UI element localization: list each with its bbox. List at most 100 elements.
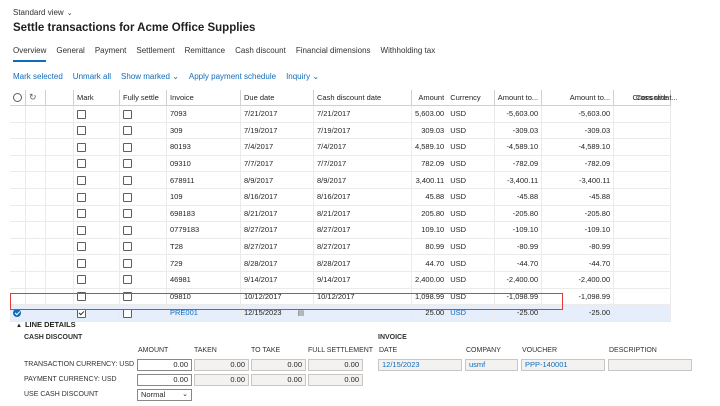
mark-cell[interactable]	[73, 188, 120, 206]
invoice-cell[interactable]: 7093	[166, 105, 241, 123]
table-row[interactable]: 7093 7/21/2017 7/21/2017 5,603.00 USD -5,603.…	[10, 105, 672, 123]
table-row[interactable]: 80193 7/4/2017 7/4/2017 4,589.10 USD -4,589.1…	[10, 138, 672, 156]
row-select-cell[interactable]	[10, 155, 26, 173]
mark-cell[interactable]	[73, 254, 120, 272]
row-select-cell[interactable]	[10, 205, 26, 223]
row-select-cell[interactable]	[10, 221, 26, 239]
mark-cell[interactable]	[73, 155, 120, 173]
fully-settle-cell[interactable]	[119, 122, 167, 140]
col-header-amount-to-1[interactable]: Amount to...	[494, 90, 543, 106]
mark-checkbox[interactable]	[77, 209, 86, 219]
row-select-cell[interactable]	[10, 238, 26, 256]
tab-general[interactable]: General	[56, 46, 84, 62]
mark-cell[interactable]	[73, 105, 120, 123]
row-select-cell[interactable]	[10, 122, 26, 140]
table-row[interactable]: 678911 8/9/2017 8/9/2017 3,400.11 USD -3,400.…	[10, 171, 672, 189]
invoice-cell[interactable]: 678911	[166, 171, 241, 189]
fully-settle-cell[interactable]	[119, 188, 167, 206]
fully-settle-cell[interactable]	[119, 288, 167, 306]
calendar-icon[interactable]: ▤	[298, 310, 305, 317]
invoice-cell[interactable]: 698183	[166, 205, 241, 223]
row-select-cell[interactable]	[10, 288, 26, 306]
row-select-cell[interactable]	[10, 171, 26, 189]
row-select-cell[interactable]	[10, 138, 26, 156]
col-header-invoice[interactable]: Invoice	[166, 90, 241, 106]
row-select-cell[interactable]	[10, 304, 26, 322]
fully-settle-cell[interactable]	[119, 304, 167, 322]
fully-settle-cell[interactable]	[119, 221, 167, 239]
fully-settle-checkbox[interactable]	[123, 209, 132, 219]
pay-amount-field[interactable]: 0.00	[137, 374, 192, 386]
fully-settle-checkbox[interactable]	[123, 159, 132, 169]
mark-checkbox[interactable]	[77, 142, 86, 152]
fully-settle-cell[interactable]	[119, 105, 167, 123]
selected-row[interactable]: PRE001 12/15/2023 ▤ 25.00 USD -25.00 -25.00	[10, 304, 672, 322]
col-header-consolidated[interactable]: Consolidat...	[636, 93, 678, 102]
invoice-cell[interactable]: 09810	[166, 288, 241, 306]
fully-settle-checkbox[interactable]	[123, 258, 132, 268]
col-header-amount[interactable]: Amount	[411, 90, 448, 106]
invoice-voucher-field[interactable]: PPP-140001	[521, 359, 605, 371]
fully-settle-cell[interactable]	[119, 254, 167, 272]
invoice-cell[interactable]: 109	[166, 188, 241, 206]
col-header-currency[interactable]: Currency	[447, 90, 495, 106]
fully-settle-checkbox[interactable]	[123, 109, 132, 119]
refresh-button[interactable]: ↻	[25, 90, 46, 106]
tab-settlement[interactable]: Settlement	[136, 46, 174, 62]
mark-cell[interactable]	[73, 205, 120, 223]
table-row[interactable]: 698183 8/21/2017 8/21/2017 205.80 USD -205.80…	[10, 205, 672, 223]
fully-settle-checkbox[interactable]	[123, 308, 132, 318]
col-header-fully-settle[interactable]: Fully settle	[119, 90, 167, 106]
fully-settle-checkbox[interactable]	[123, 142, 132, 152]
fully-settle-checkbox[interactable]	[123, 192, 132, 202]
mark-cell[interactable]	[73, 122, 120, 140]
mark-checkbox[interactable]	[77, 308, 86, 318]
invoice-cell[interactable]: 0779183	[166, 221, 241, 239]
col-header-due-date[interactable]: Due date	[240, 90, 314, 106]
mark-checkbox[interactable]	[77, 126, 86, 136]
table-row[interactable]: 109 8/16/2017 8/16/2017 45.88 USD -45.88 -45.8…	[10, 188, 672, 206]
fully-settle-cell[interactable]	[119, 271, 167, 289]
table-row[interactable]: 309 7/19/2017 7/19/2017 309.03 USD -309.03 -30…	[10, 122, 672, 140]
invoice-cell[interactable]: 309	[166, 122, 241, 140]
table-row[interactable]: 0779183 8/27/2017 8/27/2017 109.10 USD -109.1…	[10, 221, 672, 239]
mark-cell[interactable]	[73, 138, 120, 156]
mark-checkbox[interactable]	[77, 292, 86, 302]
use-cash-discount-select[interactable]: Normal ⌄	[137, 389, 192, 401]
table-row[interactable]: 729 8/28/2017 8/28/2017 44.70 USD -44.70 -44.7…	[10, 254, 672, 272]
mark-checkbox[interactable]	[77, 225, 86, 235]
invoice-cell[interactable]: 46981	[166, 271, 241, 289]
invoice-company-field[interactable]: usmf	[465, 359, 518, 371]
fully-settle-cell[interactable]	[119, 155, 167, 173]
fully-settle-cell[interactable]	[119, 138, 167, 156]
mark-cell[interactable]	[73, 238, 120, 256]
fully-settle-checkbox[interactable]	[123, 292, 132, 302]
tab-payment[interactable]: Payment	[95, 46, 127, 62]
select-all-radio[interactable]	[10, 90, 26, 106]
tab-overview[interactable]: Overview	[13, 46, 47, 62]
table-row[interactable]: 09310 7/7/2017 7/7/2017 782.09 USD -782.09 -78…	[10, 155, 672, 173]
inquiry-button[interactable]: Inquiry ⌄	[286, 72, 319, 81]
row-select-cell[interactable]	[10, 105, 26, 123]
fully-settle-checkbox[interactable]	[123, 126, 132, 136]
row-select-cell[interactable]	[10, 254, 26, 272]
mark-selected-button[interactable]: Mark selected	[13, 72, 63, 81]
mark-checkbox[interactable]	[77, 175, 86, 185]
invoice-cell[interactable]: T28	[166, 238, 241, 256]
table-row[interactable]: 46981 9/14/2017 9/14/2017 2,400.00 USD -2,400…	[10, 271, 672, 289]
col-header-mark[interactable]: Mark	[73, 90, 120, 106]
tab-remittance[interactable]: Remittance	[185, 46, 225, 62]
invoice-cell[interactable]: 729	[166, 254, 241, 272]
fully-settle-checkbox[interactable]	[123, 225, 132, 235]
col-header-cash-discount-date[interactable]: Cash discount date	[313, 90, 412, 106]
mark-checkbox[interactable]	[77, 159, 86, 169]
mark-checkbox[interactable]	[77, 275, 86, 285]
fully-settle-checkbox[interactable]	[123, 175, 132, 185]
mark-checkbox[interactable]	[77, 109, 86, 119]
fully-settle-checkbox[interactable]	[123, 275, 132, 285]
line-details-header[interactable]: ▲ LINE DETAILS	[16, 320, 76, 329]
fully-settle-cell[interactable]	[119, 205, 167, 223]
due-date-cell[interactable]: 12/15/2023 ▤	[240, 304, 314, 322]
col-header-amount-to-2[interactable]: Amount to...	[541, 90, 615, 106]
mark-cell[interactable]	[73, 171, 120, 189]
